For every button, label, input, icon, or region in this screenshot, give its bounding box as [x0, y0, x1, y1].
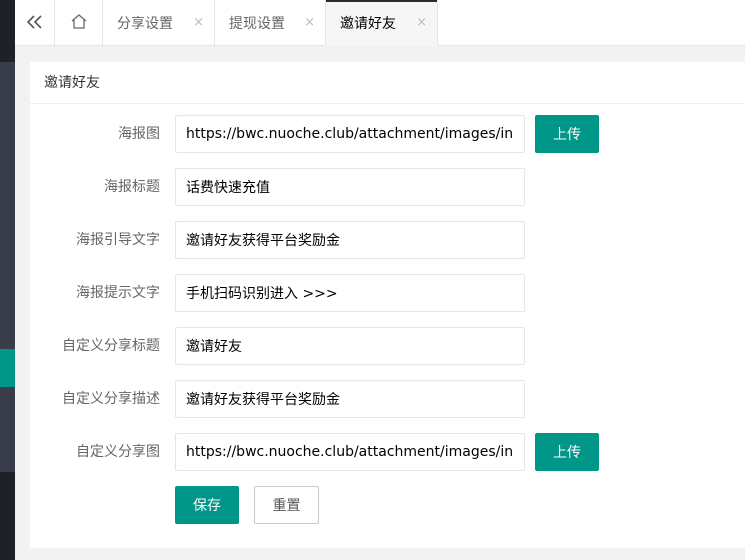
field-label: 自定义分享描述 — [62, 391, 160, 407]
share-title-input[interactable] — [175, 327, 525, 365]
form-row-poster-hint-text: 海报提示文字 — [30, 274, 745, 312]
form-row-share-description: 自定义分享描述 — [30, 380, 745, 418]
close-icon[interactable]: × — [304, 15, 315, 30]
poster-upload-button[interactable]: 上传 — [535, 115, 599, 153]
form-row-poster-image: 海报图 上传 — [30, 115, 745, 153]
tab-invite-friends[interactable]: 邀请好友 × — [326, 0, 438, 46]
tab-label: 分享设置 — [117, 16, 173, 32]
sidebar-lower — [0, 472, 15, 560]
form-row-poster-guide-text: 海报引导文字 — [30, 221, 745, 259]
tab-share-settings[interactable]: 分享设置 × — [103, 0, 215, 46]
field-label: 海报图 — [118, 126, 160, 142]
field-label: 海报标题 — [104, 179, 160, 195]
double-chevron-left-icon — [26, 11, 44, 36]
share-image-input[interactable] — [175, 433, 525, 471]
save-button[interactable]: 保存 — [175, 486, 239, 524]
tab-label: 提现设置 — [229, 16, 285, 32]
form-row-share-image: 自定义分享图 上传 — [30, 433, 745, 471]
form-row-poster-title: 海报标题 — [30, 168, 745, 206]
tab-home[interactable] — [55, 0, 103, 46]
field-label: 海报提示文字 — [76, 285, 160, 301]
reset-button[interactable]: 重置 — [254, 486, 319, 524]
form-card: 邀请好友 海报图 上传 海报标题 海报引导文字 海报提示文字 自定义分享标题 自… — [30, 62, 745, 548]
home-icon — [70, 13, 88, 33]
poster-image-input[interactable] — [175, 115, 525, 153]
tab-bar: 分享设置 × 提现设置 × 邀请好友 × — [15, 0, 745, 46]
sidebar-header — [0, 0, 15, 62]
field-label: 自定义分享图 — [76, 444, 160, 460]
collapse-sidebar-button[interactable] — [15, 0, 55, 46]
field-label: 海报引导文字 — [76, 232, 160, 248]
form-row-share-title: 自定义分享标题 — [30, 327, 745, 365]
tab-label: 邀请好友 — [340, 16, 396, 32]
field-label: 自定义分享标题 — [62, 338, 160, 354]
close-icon[interactable]: × — [416, 15, 427, 30]
poster-hint-text-input[interactable] — [175, 274, 525, 312]
poster-guide-text-input[interactable] — [175, 221, 525, 259]
sidebar-active-item[interactable] — [0, 349, 15, 387]
card-title: 邀请好友 — [30, 62, 745, 104]
tab-withdraw-settings[interactable]: 提现设置 × — [215, 0, 326, 46]
sidebar — [0, 0, 15, 560]
poster-title-input[interactable] — [175, 168, 525, 206]
share-image-upload-button[interactable]: 上传 — [535, 433, 599, 471]
close-icon[interactable]: × — [193, 15, 204, 30]
share-description-input[interactable] — [175, 380, 525, 418]
